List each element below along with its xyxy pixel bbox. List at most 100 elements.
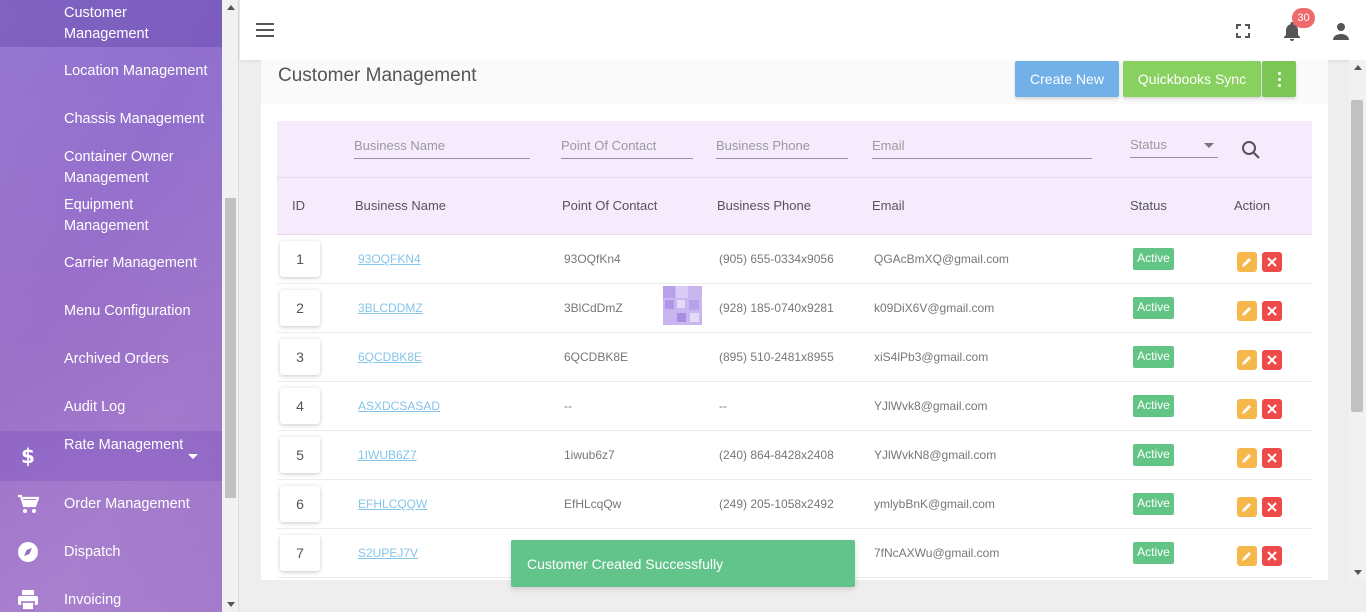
sidebar-item-dispatch[interactable]: Dispatch: [0, 529, 222, 576]
sidebar-scroll-thumb[interactable]: [225, 198, 236, 498]
edit-button[interactable]: [1237, 350, 1257, 370]
chevron-down-icon: [188, 454, 198, 459]
sidebar-item-rate-management[interactable]: $ Rate Management: [0, 431, 222, 481]
sidebar-item-label: Audit Log: [64, 399, 126, 415]
close-icon: [1267, 306, 1277, 316]
customer-management-card: Customer Management Create New Quickbook…: [261, 60, 1328, 580]
sidebar-item-invoicing[interactable]: Invoicing: [0, 577, 222, 612]
more-options-button[interactable]: [1262, 61, 1296, 97]
status-select[interactable]: Status: [1130, 136, 1218, 158]
status-badge: Active: [1133, 297, 1174, 319]
status-badge: Active: [1133, 248, 1174, 270]
create-new-button[interactable]: Create New: [1015, 61, 1119, 97]
point-of-contact-cell: --: [564, 399, 572, 413]
top-bar: [240, 0, 1366, 60]
close-icon: [1267, 355, 1277, 365]
chevron-down-icon: [1204, 143, 1214, 148]
business-phone-cell: (928) 185-0740x9281: [719, 301, 834, 315]
edit-button[interactable]: [1237, 497, 1257, 517]
loading-spinner-icon: [663, 286, 702, 325]
success-toast: Customer Created Successfully: [511, 540, 855, 587]
delete-button[interactable]: [1262, 350, 1282, 370]
row-id: 6: [280, 486, 320, 522]
business-name-link[interactable]: EFHLCQQW: [358, 497, 427, 511]
scroll-up-arrow-icon[interactable]: [227, 5, 235, 10]
email-cell: ymlybBnK@gmail.com: [874, 497, 995, 511]
sidebar-item-order-management[interactable]: Order Management: [0, 481, 222, 528]
edit-button[interactable]: [1237, 546, 1257, 566]
sidebar-item-container-owner-management[interactable]: Container Owner Management: [0, 147, 222, 189]
sidebar-item-label: Carrier Management: [64, 255, 197, 271]
scroll-down-arrow-icon[interactable]: [227, 602, 235, 607]
search-icon[interactable]: [1241, 140, 1261, 165]
sidebar-item-menu-configuration[interactable]: Menu Configuration: [0, 301, 222, 325]
close-icon: [1267, 257, 1277, 267]
sidebar-item-chassis-management[interactable]: Chassis Management: [0, 109, 222, 133]
business-phone-cell: --: [719, 399, 727, 413]
sidebar-item-carrier-management[interactable]: Carrier Management: [0, 253, 222, 277]
email-cell: YJlWvkN8@gmail.com: [874, 448, 997, 462]
delete-button[interactable]: [1262, 399, 1282, 419]
sidebar-item-audit-log[interactable]: Audit Log: [0, 397, 222, 421]
delete-button[interactable]: [1262, 448, 1282, 468]
business-phone-cell: (240) 864-8428x2408: [719, 448, 834, 462]
table-row: 5 1IWUB6Z7 1iwub6z7 (240) 864-8428x2408 …: [277, 431, 1312, 480]
sidebar-item-customer-management[interactable]: Customer Management: [0, 0, 222, 47]
cart-icon: [17, 493, 39, 515]
delete-button[interactable]: [1262, 497, 1282, 517]
sidebar-item-equipment-management[interactable]: Equipment Management: [0, 195, 222, 237]
business-name-link[interactable]: 93OQFKN4: [358, 252, 421, 266]
edit-button[interactable]: [1237, 448, 1257, 468]
point-of-contact-cell: 3BlCdDmZ: [564, 301, 623, 315]
business-name-filter[interactable]: Business Name: [354, 137, 530, 159]
status-select-label: Status: [1130, 137, 1167, 152]
edit-button[interactable]: [1237, 252, 1257, 272]
edit-button[interactable]: [1237, 301, 1257, 321]
row-id: 7: [280, 535, 320, 571]
table-header-row: ID Business Name Point Of Contact Busine…: [277, 178, 1312, 235]
column-header-action: Action: [1234, 198, 1271, 213]
point-of-contact-cell: 93OQfKn4: [564, 252, 621, 266]
sidebar-item-label: Dispatch: [64, 544, 121, 560]
column-header-id: ID: [292, 198, 305, 213]
sidebar-item-label: Invoicing: [64, 592, 122, 608]
delete-button[interactable]: [1262, 301, 1282, 321]
pencil-icon: [1242, 503, 1251, 512]
pencil-icon: [1242, 258, 1251, 267]
point-of-contact-filter[interactable]: Point Of Contact: [561, 137, 693, 159]
business-phone-cell: (905) 655-0334x9056: [719, 252, 834, 266]
email-filter[interactable]: Email: [872, 137, 1092, 159]
point-of-contact-cell: EfHLcqQw: [564, 497, 622, 511]
close-icon: [1267, 453, 1277, 463]
sidebar-item-archived-orders[interactable]: Archived Orders: [0, 349, 222, 373]
quickbooks-sync-button[interactable]: Quickbooks Sync: [1123, 61, 1261, 97]
menu-toggle-icon[interactable]: [256, 23, 274, 37]
column-header-point-of-contact: Point Of Contact: [562, 198, 658, 213]
business-phone-filter[interactable]: Business Phone: [716, 137, 848, 159]
fullscreen-icon[interactable]: [1236, 24, 1250, 43]
business-phone-cell: (249) 205-1058x2492: [719, 497, 834, 511]
edit-button[interactable]: [1237, 399, 1257, 419]
status-badge: Active: [1133, 395, 1174, 417]
scroll-down-arrow-icon[interactable]: [1354, 570, 1362, 575]
business-name-link[interactable]: S2UPEJ7V: [358, 546, 418, 560]
business-name-link[interactable]: 1IWUB6Z7: [358, 448, 417, 462]
business-name-link[interactable]: ASXDCSASAD: [358, 399, 440, 413]
status-badge: Active: [1133, 346, 1174, 368]
delete-button[interactable]: [1262, 252, 1282, 272]
business-name-link[interactable]: 3BLCDDMZ: [358, 301, 423, 315]
sidebar-item-label: Archived Orders: [64, 351, 169, 367]
business-name-link[interactable]: 6QCDBK8E: [358, 350, 422, 364]
table-row: 3 6QCDBK8E 6QCDBK8E (895) 510-2481x8955 …: [277, 333, 1312, 382]
sidebar-item-location-management[interactable]: Location Management: [0, 61, 222, 85]
row-id: 1: [280, 241, 320, 277]
main-scroll-thumb[interactable]: [1351, 100, 1363, 412]
scroll-up-arrow-icon[interactable]: [1354, 65, 1362, 70]
sidebar-item-label: Customer Management: [64, 5, 149, 42]
main-scrollbar[interactable]: [1349, 60, 1366, 580]
card-header: Customer Management Create New Quickbook…: [261, 60, 1328, 104]
sidebar-scrollbar[interactable]: [222, 0, 239, 612]
delete-button[interactable]: [1262, 546, 1282, 566]
table-row: 4 ASXDCSASAD -- -- YJlWvk8@gmail.com Act…: [277, 382, 1312, 431]
user-account-icon[interactable]: [1332, 22, 1350, 45]
